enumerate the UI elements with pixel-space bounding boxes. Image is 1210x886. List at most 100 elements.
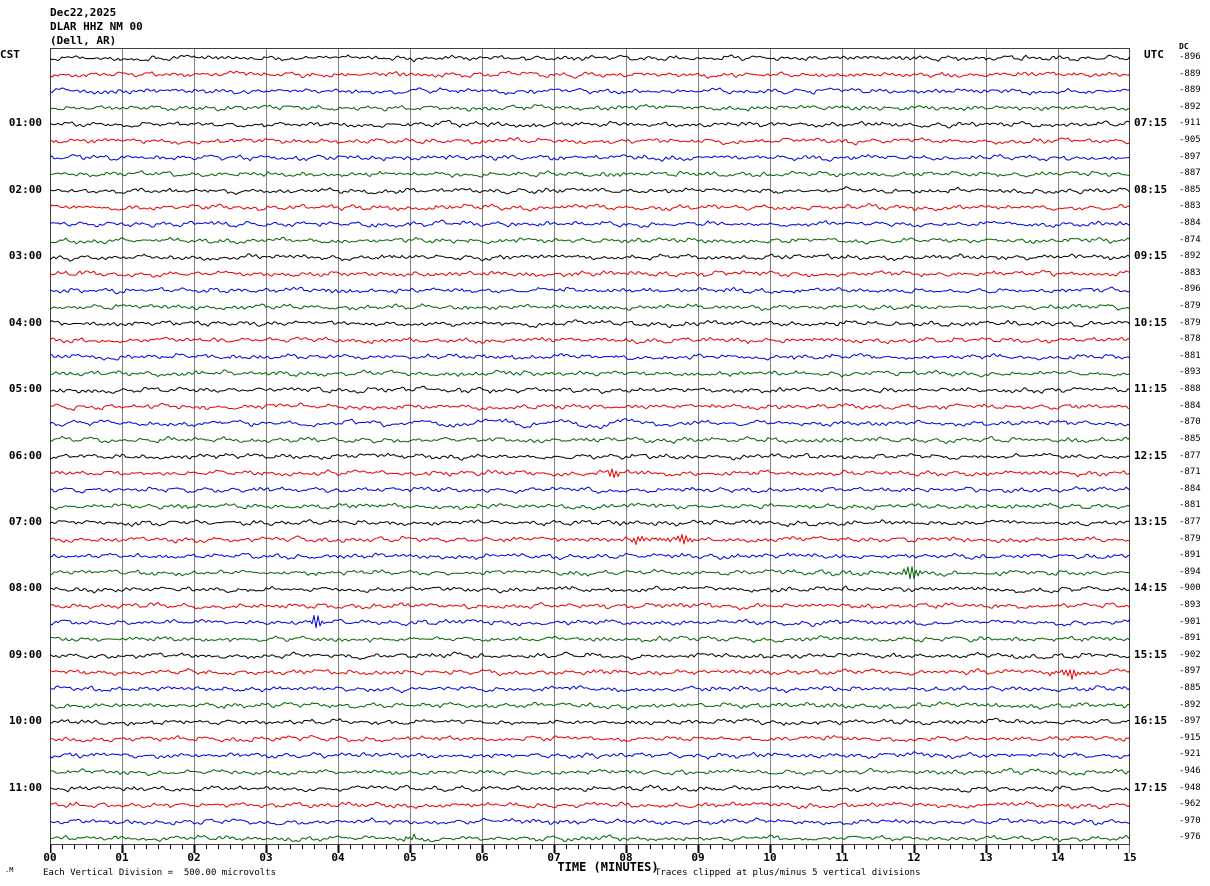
seismogram-trace-row (50, 602, 1130, 611)
title-date: Dec22,2025 (50, 6, 117, 19)
seismogram-trace-row (50, 767, 1130, 776)
dc-value: -885 (1179, 184, 1201, 195)
dc-value: -905 (1179, 135, 1201, 146)
utc-hour-label: 12:15 (1134, 448, 1168, 462)
minute-tick-label: 02 (187, 851, 201, 864)
seismogram-trace-row (50, 452, 1130, 461)
minute-tick-label: 11 (835, 851, 849, 864)
dc-value: -881 (1179, 500, 1201, 511)
dc-value: -883 (1179, 201, 1201, 212)
seismogram-trace-row (50, 137, 1130, 146)
seismogram-trace-row (50, 784, 1130, 793)
dc-value: -884 (1179, 218, 1201, 229)
title-location: (Dell, AR) (50, 34, 117, 47)
dc-value: -970 (1179, 815, 1201, 826)
dc-value: -892 (1179, 101, 1201, 112)
seismogram-trace-row (50, 303, 1130, 312)
utc-hour-label: 17:15 (1134, 780, 1168, 794)
minute-tick-label: 12 (907, 851, 921, 864)
dc-value: -893 (1179, 367, 1201, 378)
dc-value: -877 (1179, 450, 1201, 461)
cst-hour-label: 09:00 (8, 647, 42, 661)
seismogram-trace-row (50, 270, 1130, 278)
utc-hour-label: 07:15 (1134, 116, 1168, 130)
utc-hour-label: 14:15 (1134, 581, 1168, 595)
dc-value: -883 (1179, 267, 1201, 278)
seismogram-trace-row (50, 534, 1130, 545)
seismogram-trace-row (50, 103, 1130, 112)
dc-column-header: DC (1179, 42, 1189, 51)
utc-hour-label: 13:15 (1134, 514, 1168, 528)
cst-hour-label: 07:00 (8, 514, 42, 528)
seismogram-trace-row (50, 566, 1130, 580)
helicorder-screen: Dec22,2025 DLAR HHZ NM 00 (Dell, AR) CST… (0, 0, 1210, 886)
seismogram-trace-row (50, 519, 1130, 527)
cst-hour-label: 06:00 (8, 448, 42, 462)
seismogram-trace-row (50, 668, 1130, 680)
dc-value: -879 (1179, 317, 1201, 328)
x-axis-title: TIME (MINUTES) (557, 860, 659, 874)
cst-hour-label: 01:00 (8, 116, 42, 130)
dc-value: -879 (1179, 301, 1201, 312)
minute-tick-label: 13 (979, 851, 993, 864)
dc-value: -874 (1179, 234, 1201, 245)
utc-hour-label: 11:15 (1134, 382, 1168, 396)
utc-hour-label: 09:15 (1134, 249, 1168, 263)
minute-tick-label: 15 (1123, 851, 1137, 864)
seismogram-trace-row (50, 236, 1130, 245)
minute-tick-label: 01 (115, 851, 129, 864)
dc-value: -897 (1179, 151, 1201, 162)
seismogram-trace-row (50, 651, 1130, 661)
dc-value: -900 (1179, 583, 1201, 594)
seismogram-trace-row (50, 502, 1130, 511)
dc-value: -894 (1179, 566, 1201, 577)
seismogram-trace-row (50, 336, 1130, 345)
dc-value: -878 (1179, 334, 1201, 345)
dc-value: -976 (1179, 832, 1201, 843)
seismogram-trace-row (50, 615, 1130, 629)
dc-value: -893 (1179, 599, 1201, 610)
dc-value: -902 (1179, 649, 1201, 660)
dc-value: -911 (1179, 118, 1201, 129)
minute-tick-label: 10 (763, 851, 777, 864)
seismogram-trace-row (50, 585, 1130, 594)
seismogram-trace-row (50, 70, 1130, 79)
logo-mark: .M (5, 866, 14, 874)
minute-tick-label: 14 (1051, 851, 1065, 864)
dc-value: -891 (1179, 550, 1201, 561)
utc-hour-label: 10:15 (1134, 315, 1168, 329)
seismogram-trace-row (50, 552, 1130, 561)
plot-title: Dec22,2025 DLAR HHZ NM 00 (Dell, AR) (50, 6, 143, 48)
seismogram-trace-row (50, 385, 1130, 394)
left-axis-header: CST (0, 48, 20, 61)
seismogram-trace-row (50, 717, 1130, 726)
cst-hour-label: 05:00 (8, 382, 42, 396)
division-note: Each Vertical Division = 500.00 microvol… (43, 868, 276, 878)
dc-value: -885 (1179, 433, 1201, 444)
seismogram-trace-row (50, 685, 1130, 694)
dc-value: -896 (1179, 52, 1201, 62)
cst-hour-label: 02:00 (8, 182, 42, 196)
seismogram-trace-row (50, 203, 1130, 212)
seismogram-trace-row (50, 418, 1130, 429)
dc-value: -892 (1179, 699, 1201, 710)
seismogram-trace-row (50, 219, 1130, 228)
seismogram-trace-row (50, 635, 1130, 643)
dc-value: -885 (1179, 682, 1201, 693)
seismogram-trace-row (50, 735, 1130, 743)
seismogram-trace-row (50, 319, 1130, 329)
minute-tick-label: 05 (403, 851, 417, 864)
seismogram-trace-row (50, 435, 1130, 445)
dc-value: -889 (1179, 68, 1201, 79)
dc-value: -889 (1179, 85, 1201, 96)
minute-tick-label: 00 (43, 851, 57, 864)
dc-value: -896 (1179, 284, 1201, 295)
seismogram-trace-row (50, 253, 1130, 262)
seismogram-trace-row (50, 751, 1130, 760)
dc-value: -897 (1179, 666, 1201, 677)
minute-tick-label: 09 (691, 851, 705, 864)
seismogram-plot (50, 48, 1130, 853)
cst-hour-label: 08:00 (8, 581, 42, 595)
dc-value: -870 (1179, 417, 1201, 428)
dc-value: -888 (1179, 384, 1201, 395)
